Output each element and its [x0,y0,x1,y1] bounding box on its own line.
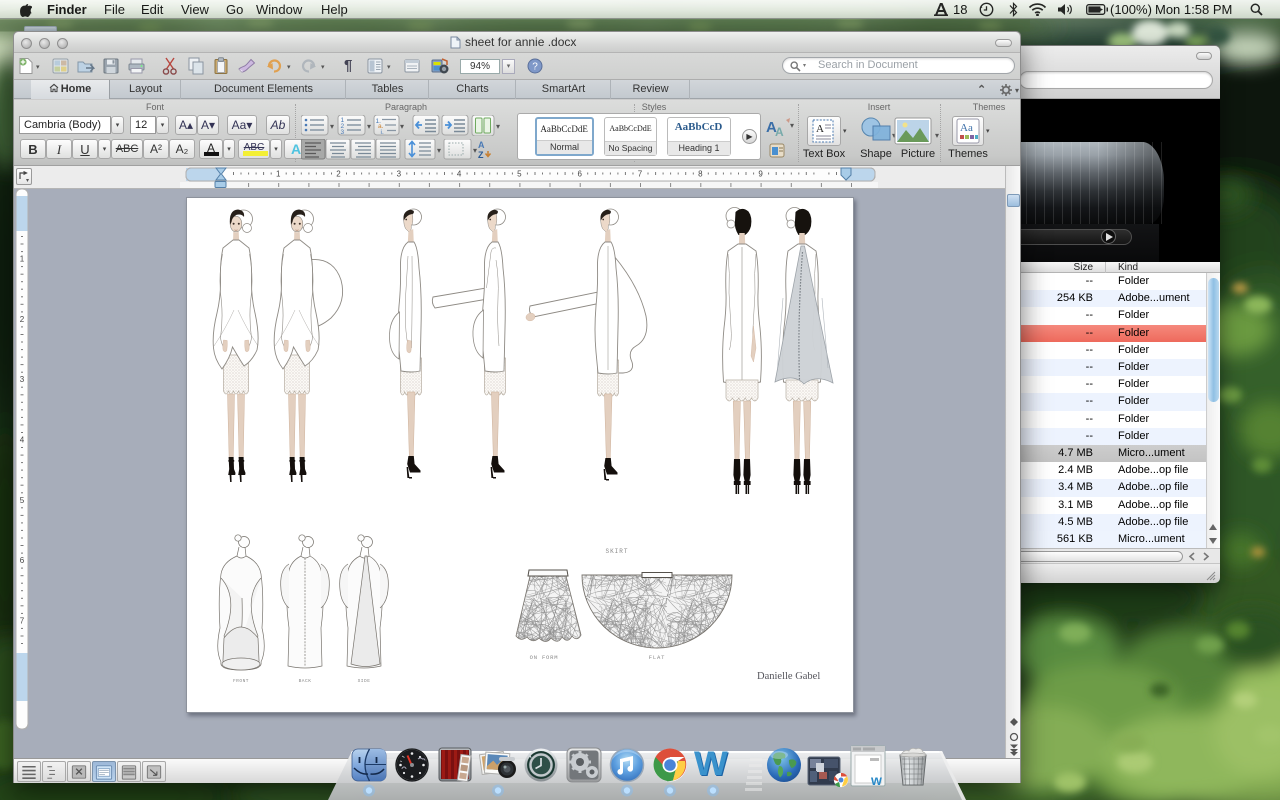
svg-text:1: 1 [20,255,25,264]
svg-text:A: A [816,123,824,135]
svg-text:w: w [870,772,882,787]
svg-text:▾: ▾ [473,146,477,155]
svg-text:▾: ▾ [400,122,404,131]
svg-text:4: 4 [457,170,462,179]
svg-text:8: 8 [698,170,703,179]
svg-text:3: 3 [397,170,402,179]
svg-text:i.: i. [381,129,384,136]
svg-text:2: 2 [336,170,341,179]
svg-text:ON FORM: ON FORM [530,654,559,661]
svg-text:▾: ▾ [330,122,334,131]
svg-text:A: A [478,140,485,150]
svg-text:SIDE: SIDE [358,678,371,684]
svg-text:3: 3 [20,375,25,384]
svg-text:2: 2 [20,315,25,324]
svg-text:SKIRT: SKIRT [605,548,628,555]
svg-text:5: 5 [20,496,25,505]
svg-text:7: 7 [20,616,25,625]
svg-text:▾: ▾ [790,121,794,130]
svg-text:9: 9 [758,170,763,179]
svg-text:4: 4 [20,436,25,445]
svg-text:FLAT: FLAT [649,654,665,661]
svg-text:7: 7 [638,170,643,179]
svg-text:Aa: Aa [960,122,973,134]
svg-text:Z: Z [478,150,484,160]
svg-text:5: 5 [517,170,522,179]
svg-text:▾: ▾ [437,146,441,155]
svg-text:FRONT: FRONT [233,678,249,684]
svg-text:6: 6 [20,556,25,565]
svg-text:A: A [775,125,784,139]
svg-text:▾: ▾ [935,131,939,140]
svg-text:Danielle Gabel: Danielle Gabel [757,671,820,682]
svg-text:▾: ▾ [367,122,371,131]
svg-text:BACK: BACK [299,678,312,684]
svg-text:1: 1 [276,170,281,179]
svg-text:6: 6 [577,170,582,179]
svg-text:3: 3 [341,129,345,136]
svg-text:?: ? [532,62,538,73]
svg-text:▾: ▾ [496,122,500,131]
svg-text:W: W [694,746,728,783]
